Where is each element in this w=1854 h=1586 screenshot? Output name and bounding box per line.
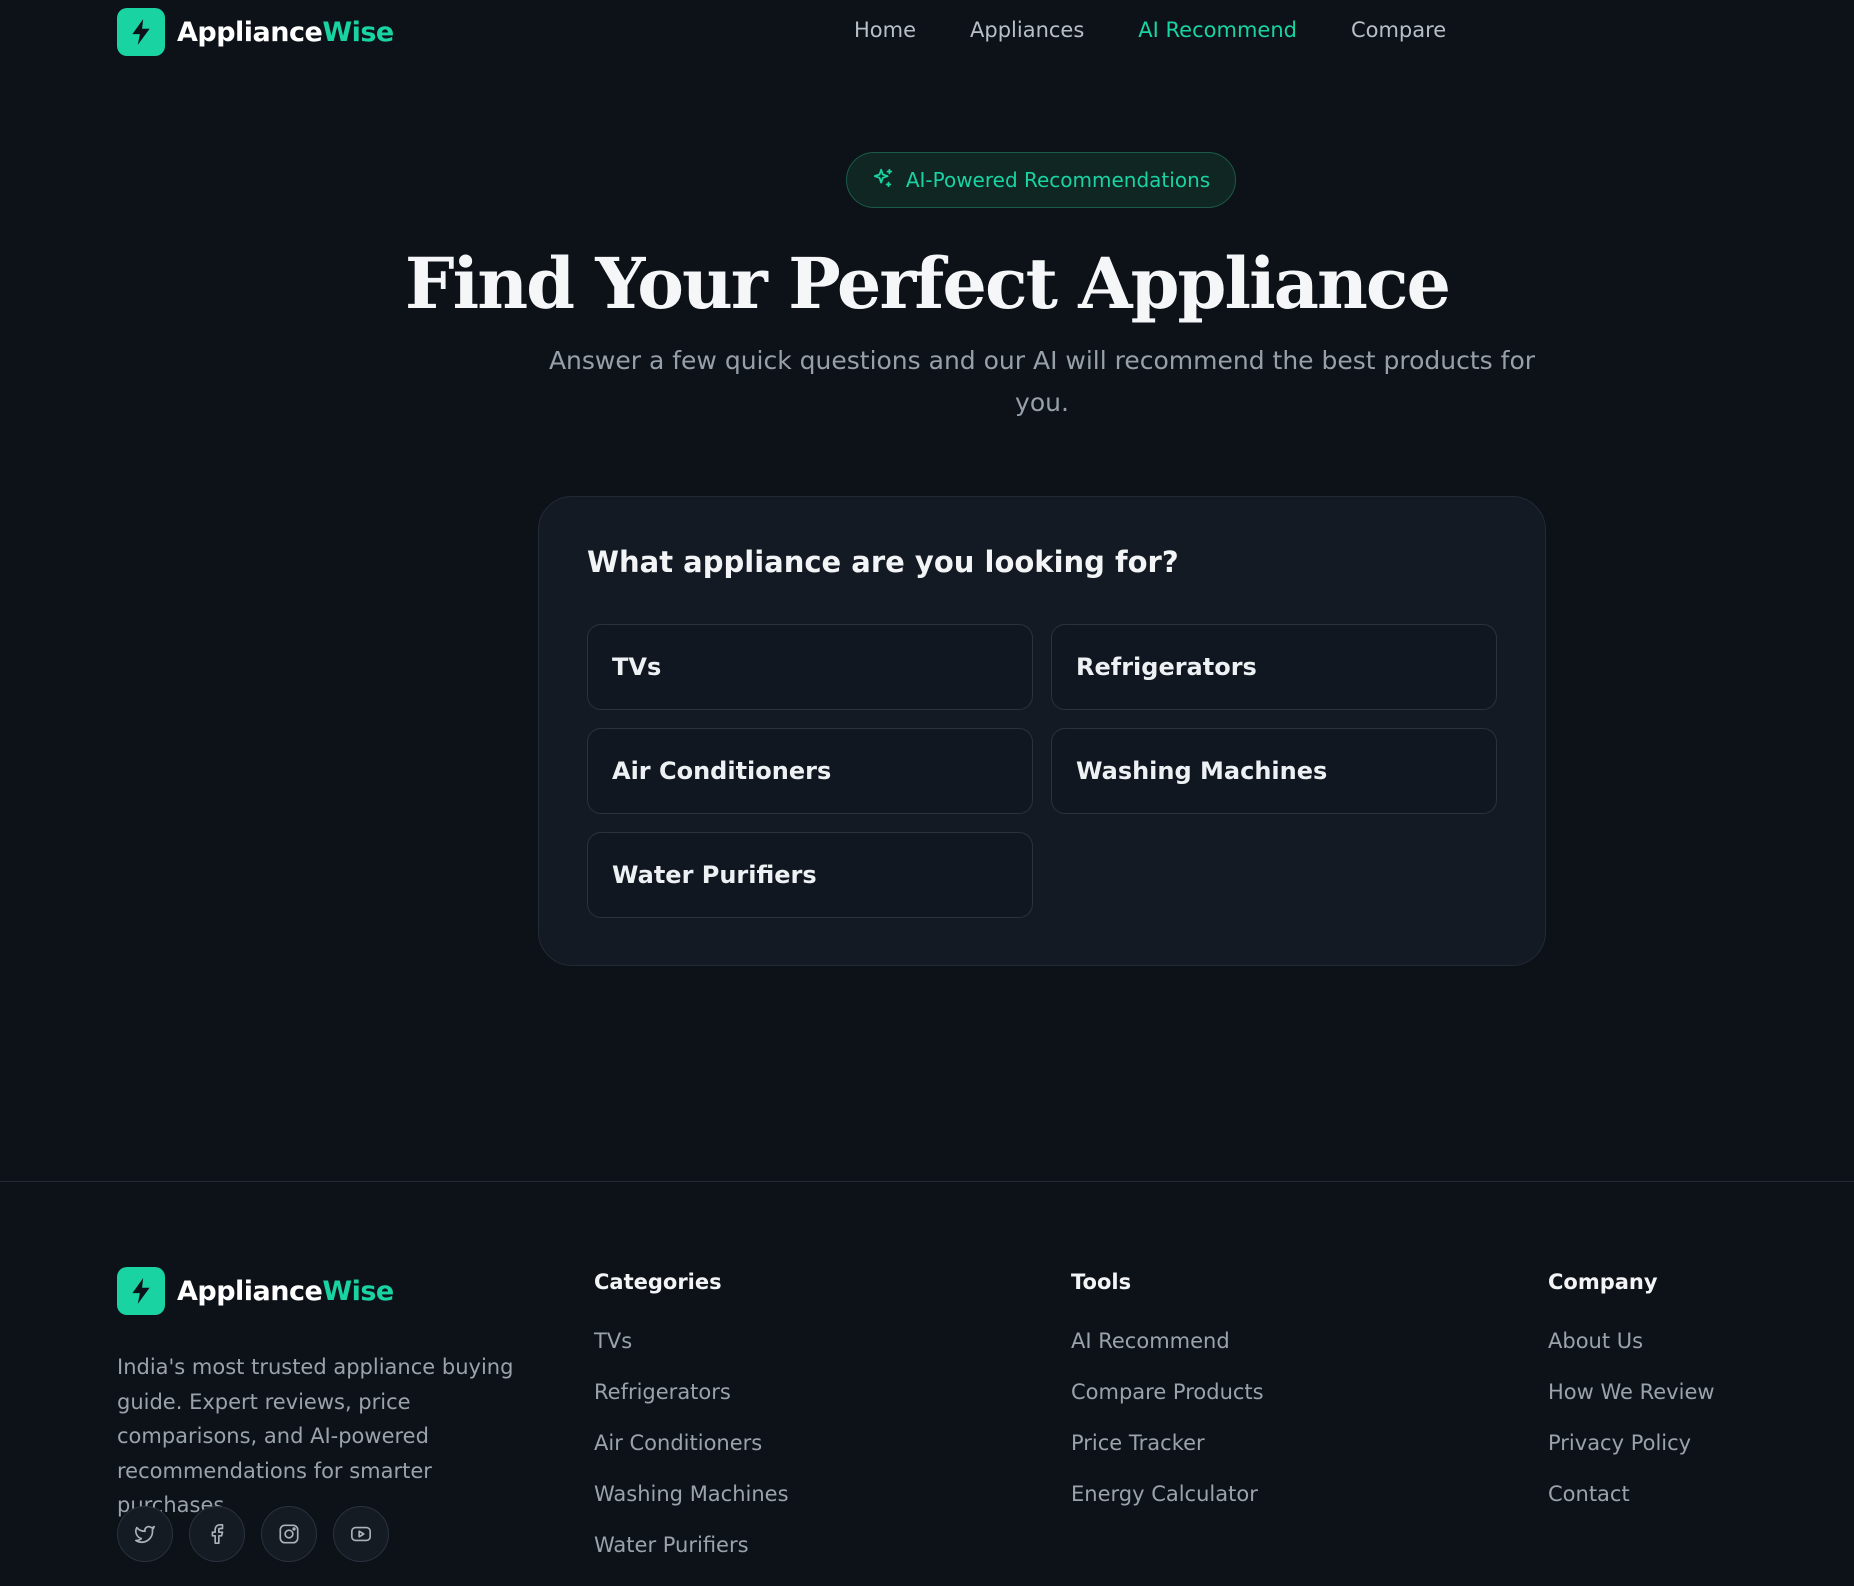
facebook-icon[interactable] bbox=[189, 1506, 245, 1562]
site-logo[interactable]: ApplianceWise bbox=[117, 8, 394, 56]
option-washing-machines[interactable]: Washing Machines bbox=[1051, 728, 1497, 814]
footer-categories-title: Categories bbox=[594, 1270, 722, 1294]
footer-link-how-we-review[interactable]: How We Review bbox=[1548, 1380, 1715, 1404]
youtube-icon[interactable] bbox=[333, 1506, 389, 1562]
footer-link-contact[interactable]: Contact bbox=[1548, 1482, 1630, 1506]
nav-appliances[interactable]: Appliances bbox=[970, 18, 1084, 42]
logo-text-primary: Appliance bbox=[177, 16, 323, 48]
footer-tools-title: Tools bbox=[1071, 1270, 1132, 1294]
footer-logo-wordmark: ApplianceWise bbox=[177, 1276, 394, 1307]
footer-link-water-purifiers[interactable]: Water Purifiers bbox=[594, 1533, 749, 1557]
footer-link-price-tracker[interactable]: Price Tracker bbox=[1071, 1431, 1205, 1455]
question-title: What appliance are you looking for? bbox=[587, 545, 1179, 579]
footer-logo-text-accent: Wise bbox=[322, 1275, 394, 1307]
page-subtitle: Answer a few quick questions and our AI … bbox=[548, 346, 1536, 417]
footer-link-tvs[interactable]: TVs bbox=[594, 1329, 632, 1353]
option-air-conditioners[interactable]: Air Conditioners bbox=[587, 728, 1033, 814]
nav-ai-recommend[interactable]: AI Recommend bbox=[1138, 18, 1297, 42]
logo-wordmark: ApplianceWise bbox=[177, 17, 394, 48]
nav-home[interactable]: Home bbox=[854, 18, 916, 42]
footer-link-washing-machines[interactable]: Washing Machines bbox=[594, 1482, 789, 1506]
lightning-bolt-icon bbox=[117, 1267, 165, 1315]
option-water-purifiers[interactable]: Water Purifiers bbox=[587, 832, 1033, 918]
footer-link-air-conditioners[interactable]: Air Conditioners bbox=[594, 1431, 762, 1455]
footer-link-ai-recommend[interactable]: AI Recommend bbox=[1071, 1329, 1230, 1353]
site-header: ApplianceWise Home Appliances AI Recomme… bbox=[0, 0, 1854, 64]
footer-company-title: Company bbox=[1548, 1270, 1658, 1294]
twitter-icon[interactable] bbox=[117, 1506, 173, 1562]
nav-compare[interactable]: Compare bbox=[1351, 18, 1446, 42]
site-footer: ApplianceWise India's most trusted appli… bbox=[0, 1181, 1854, 1586]
option-refrigerators[interactable]: Refrigerators bbox=[1051, 624, 1497, 710]
main-nav: Home Appliances AI Recommend Compare bbox=[854, 18, 1500, 42]
ai-powered-badge: AI-Powered Recommendations bbox=[846, 152, 1236, 208]
option-tvs[interactable]: TVs bbox=[587, 624, 1033, 710]
logo-text-accent: Wise bbox=[322, 16, 394, 48]
footer-link-energy-calculator[interactable]: Energy Calculator bbox=[1071, 1482, 1258, 1506]
footer-link-refrigerators[interactable]: Refrigerators bbox=[594, 1380, 731, 1404]
instagram-icon[interactable] bbox=[261, 1506, 317, 1562]
sparkles-icon bbox=[872, 167, 894, 193]
footer-description: India's most trusted appliance buying gu… bbox=[117, 1355, 514, 1517]
question-card: What appliance are you looking for? TVs … bbox=[538, 496, 1546, 966]
footer-link-compare-products[interactable]: Compare Products bbox=[1071, 1380, 1264, 1404]
footer-logo-text-primary: Appliance bbox=[177, 1275, 323, 1307]
page-title: Find Your Perfect Appliance bbox=[404, 242, 1451, 325]
badge-label: AI-Powered Recommendations bbox=[905, 168, 1211, 192]
lightning-bolt-icon bbox=[117, 8, 165, 56]
footer-logo[interactable]: ApplianceWise bbox=[117, 1267, 394, 1315]
footer-link-privacy-policy[interactable]: Privacy Policy bbox=[1548, 1431, 1691, 1455]
footer-link-about-us[interactable]: About Us bbox=[1548, 1329, 1643, 1353]
